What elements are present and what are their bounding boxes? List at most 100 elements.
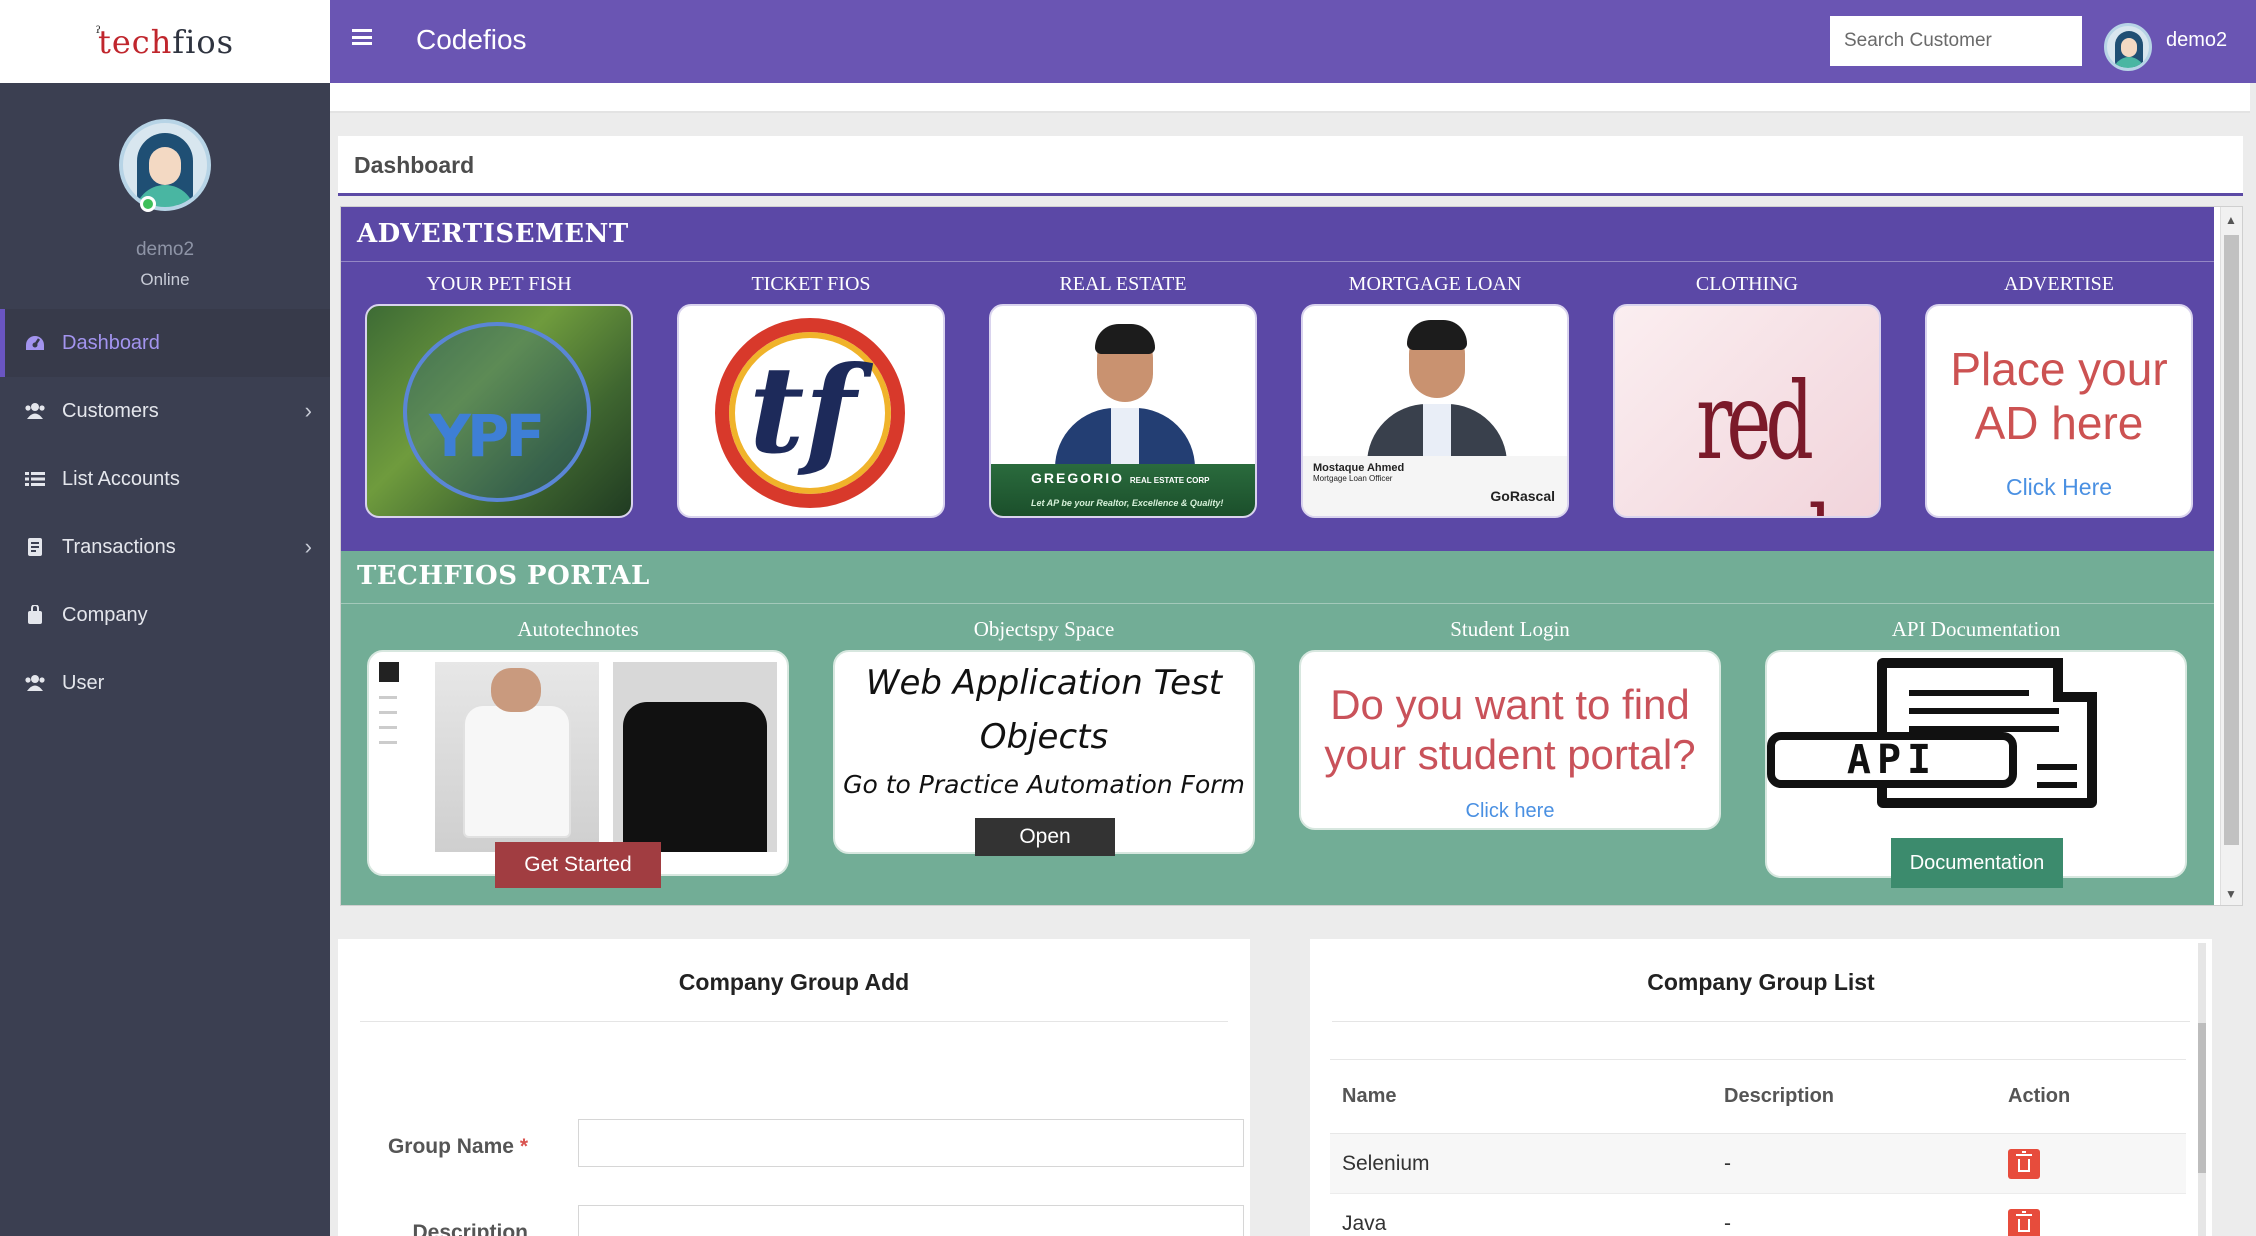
user-avatar[interactable] <box>2104 23 2152 71</box>
profile-username: demo2 <box>135 239 195 260</box>
avatar <box>119 119 211 211</box>
cell-action <box>1996 1193 2186 1236</box>
description-textarea[interactable]: ◢ <box>578 1205 1244 1236</box>
sidebar-profile: demo2 Online <box>0 83 330 309</box>
description-label: Description <box>412 1221 528 1236</box>
app-title: Codefios <box>416 24 527 55</box>
group-name-input[interactable] <box>578 1119 1244 1167</box>
ads-frame: ADVERTISEMENT YOUR PET FISH YPF TICKET F… <box>340 206 2243 906</box>
ad-label: MORTGAGE LOAN <box>1348 273 1522 295</box>
ad-advertise[interactable]: ADVERTISE Place your AD here Click Here <box>1925 273 2193 518</box>
ad-label: CLOTHING <box>1695 273 1799 295</box>
documentation-button[interactable]: Documentation <box>1891 838 2063 888</box>
ad-clothing[interactable]: CLOTHING red yard <box>1613 273 1881 518</box>
ad-label: ADVERTISE <box>2004 273 2114 295</box>
student-portal-text: Do you want to find your student portal? <box>1324 681 1696 778</box>
table-row: Selenium - <box>1330 1133 2186 1194</box>
ad-image-mortgage-loan[interactable]: Mostaque Ahmed Mortgage Loan Officer GoR… <box>1301 304 1569 518</box>
open-button[interactable]: Open <box>975 818 1115 856</box>
sidebar-item-user[interactable]: User <box>0 649 330 717</box>
topbar: Codefios demo2 <box>330 0 2256 83</box>
user-menu-name[interactable]: demo2 <box>2166 29 2227 52</box>
sidebar-item-label: Transactions <box>62 535 176 558</box>
logo[interactable]: ˀtechfios <box>0 0 330 83</box>
ad-pet-fish[interactable]: YOUR PET FISH YPF <box>365 273 633 518</box>
ad-art-text: red yard <box>1677 358 1832 516</box>
panel-title: Company Group Add <box>678 969 910 995</box>
column-header-action: Action <box>1996 1059 2186 1134</box>
sidebar-item-label: Customers <box>62 399 159 422</box>
users-icon <box>24 401 46 421</box>
objectspy-subtitle: Go to Practice Automation Form <box>843 770 1245 799</box>
sidebar-item-label: List Accounts <box>62 467 180 490</box>
student-portal-link[interactable]: Click here <box>1301 800 1719 823</box>
realtor-banner: GREGORIO REAL ESTATE CORP Let AP be your… <box>991 464 1255 516</box>
portal-label: Autotechnotes <box>517 617 639 641</box>
advertisement-section: ADVERTISEMENT YOUR PET FISH YPF TICKET F… <box>341 207 2214 551</box>
sidebar-item-customers[interactable]: Customers › <box>0 377 330 445</box>
portal-objectspy: Objectspy Space Web Application Test Obj… <box>833 617 1255 856</box>
ad-label: REAL ESTATE <box>1059 273 1187 295</box>
company-group-add-panel: Company Group Add Group Name * Descripti… <box>338 939 1250 1236</box>
cell-name: Selenium <box>1330 1133 1712 1194</box>
ad-art-text: YPF <box>429 402 545 470</box>
autotechnotes-card[interactable]: Get Started <box>367 650 789 888</box>
delete-button[interactable] <box>2008 1208 2040 1236</box>
sidebar-item-transactions[interactable]: Transactions › <box>0 513 330 581</box>
hamburger-menu-icon[interactable] <box>352 29 372 45</box>
sidebar-item-dashboard[interactable]: Dashboard <box>0 309 330 377</box>
delete-button[interactable] <box>2008 1148 2040 1179</box>
scroll-up-icon[interactable]: ▲ <box>2225 213 2237 227</box>
portal-api-documentation: API Documentation API Documentation <box>1765 617 2187 888</box>
receipt-icon <box>24 537 46 557</box>
ad-image-pet-fish[interactable]: YPF <box>365 304 633 518</box>
place-ad-link[interactable]: Click Here <box>1927 474 2191 501</box>
company-group-list-panel: Company Group List Name Description Acti… <box>1310 939 2212 1236</box>
portal-label: API Documentation <box>1891 617 2061 641</box>
online-status-dot <box>140 196 156 212</box>
main-content: Dashboard ADVERTISEMENT YOUR PET FISH YP… <box>330 83 2256 1236</box>
ad-mortgage-loan[interactable]: MORTGAGE LOAN Mostaque Ahmed Mortgage Lo… <box>1301 273 1569 518</box>
sidebar: ˀtechfios demo2 Online Dashboard Custome… <box>0 0 330 1236</box>
profile-status: Online <box>140 270 190 289</box>
portal-label: Student Login <box>1450 617 1570 641</box>
ad-image-clothing[interactable]: red yard <box>1613 304 1881 518</box>
advertisement-heading: ADVERTISEMENT <box>357 219 629 249</box>
list-icon <box>24 469 46 489</box>
page-title: Dashboard <box>354 152 475 178</box>
get-started-button[interactable]: Get Started <box>495 842 661 888</box>
sidebar-item-list-accounts[interactable]: List Accounts <box>0 445 330 513</box>
cell-action <box>1996 1133 2186 1194</box>
trash-icon <box>2016 1150 2032 1172</box>
ad-real-estate[interactable]: REAL ESTATE GREGORIO REAL ESTATE CORP Le… <box>989 273 1257 518</box>
sidebar-item-label: Company <box>62 603 148 626</box>
api-art-text: API <box>1767 732 2017 788</box>
logo-wordmark: ˀtechfios <box>95 22 235 61</box>
panel-scrollbar[interactable] <box>2198 943 2206 1236</box>
search-customer-input[interactable] <box>1830 16 2082 66</box>
chevron-right-icon: › <box>304 534 312 559</box>
group-name-label: Group Name * <box>387 1135 528 1158</box>
sidebar-nav: Dashboard Customers › List Accounts Tran… <box>0 309 330 717</box>
trash-icon <box>2016 1210 2032 1232</box>
ad-image-real-estate[interactable]: GREGORIO REAL ESTATE CORP Let AP be your… <box>989 304 1257 518</box>
sidebar-item-company[interactable]: Company <box>0 581 330 649</box>
api-documentation-card[interactable]: API Documentation <box>1765 650 2187 888</box>
table-row: Java - <box>1330 1193 2186 1236</box>
portal-autotechnotes: Autotechnotes Get Started <box>367 617 789 888</box>
scroll-down-icon[interactable]: ▼ <box>2225 887 2237 901</box>
cell-name: Java <box>1330 1193 1712 1236</box>
student-login-card[interactable]: Do you want to find your student portal?… <box>1299 650 1721 830</box>
ad-image-ticket-fios[interactable]: tf <box>677 304 945 518</box>
users-icon <box>24 673 46 693</box>
table-header-row: Name Description Action <box>1330 1059 2186 1134</box>
ad-place-your-ad[interactable]: Place your AD here Click Here <box>1925 304 2193 518</box>
objectspy-card[interactable]: Web Application Test Objects Go to Pract… <box>833 650 1255 856</box>
mortgage-banner: Mostaque Ahmed Mortgage Loan Officer GoR… <box>1303 456 1567 516</box>
frame-scrollbar-thumb[interactable] <box>2224 235 2239 845</box>
frame-scrollbar[interactable]: ▲ ▼ <box>2220 207 2242 905</box>
place-ad-text: Place your AD here <box>1950 343 2168 449</box>
chevron-right-icon: › <box>304 398 312 423</box>
ad-ticket-fios[interactable]: TICKET FIOS tf <box>677 273 945 518</box>
portal-student-login: Student Login Do you want to find your s… <box>1299 617 1721 830</box>
